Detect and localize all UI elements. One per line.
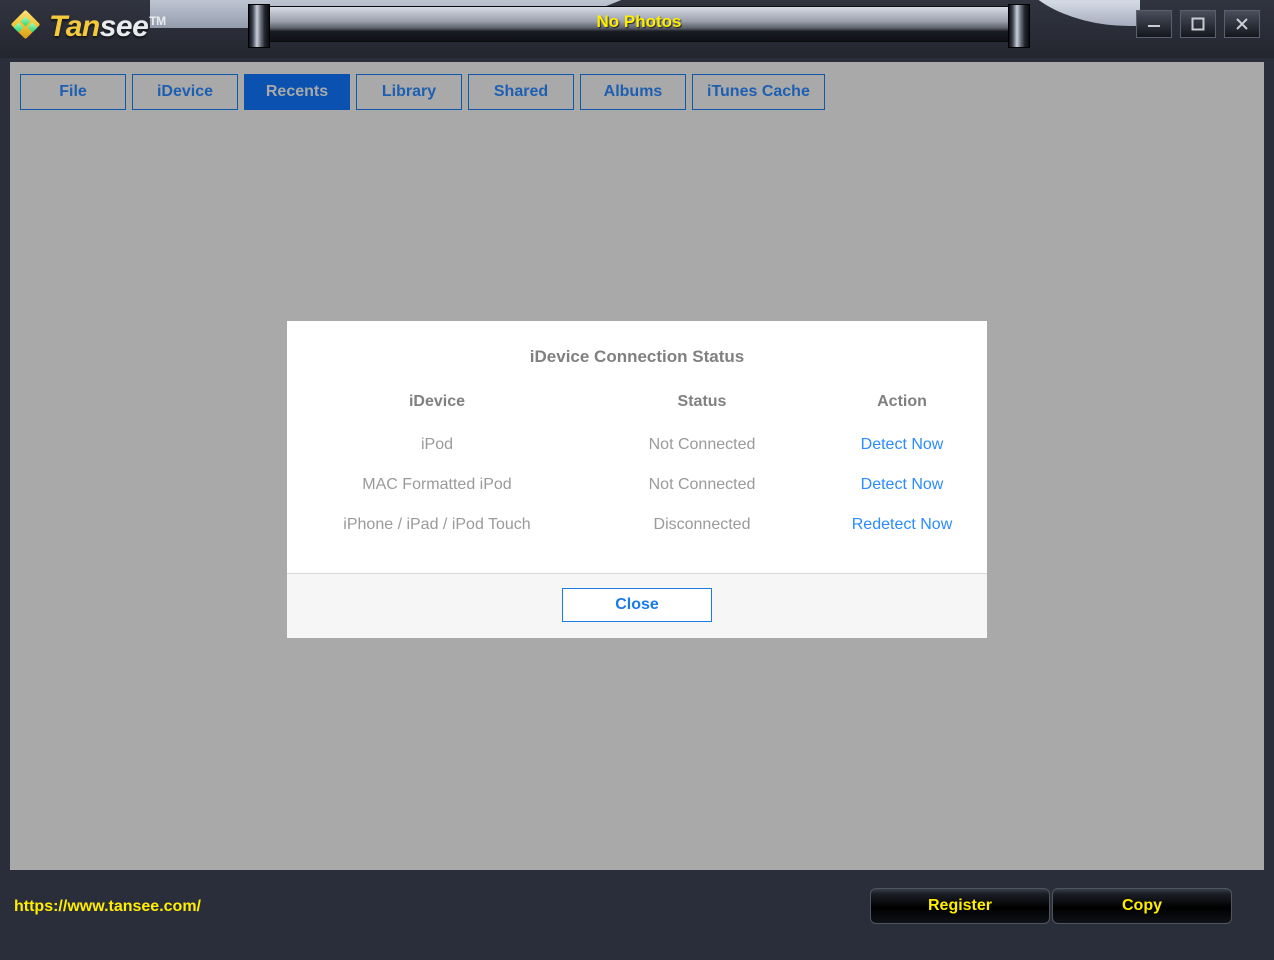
bottom-bar: https://www.tansee.com/ Register Copy: [0, 870, 1274, 960]
minimize-button[interactable]: [1136, 10, 1172, 38]
table-row: MAC Formatted iPod Not Connected Detect …: [287, 465, 987, 505]
cell-device-status: Not Connected: [648, 436, 756, 453]
close-icon: [1236, 18, 1248, 30]
tab-library[interactable]: Library: [356, 74, 462, 110]
cell-device-name: iPod: [420, 436, 454, 453]
tab-idevice-label: iDevice: [156, 83, 214, 100]
cell-device-status: Not Connected: [648, 476, 756, 493]
idevice-connection-dialog: iDevice Connection Status iDevice Status…: [287, 321, 987, 638]
cell-device-status: Disconnected: [653, 516, 751, 533]
tab-idevice[interactable]: iDevice: [132, 74, 238, 110]
maximize-icon: [1191, 17, 1205, 31]
cell-device-name: MAC Formatted iPod: [362, 476, 512, 493]
diamond-logo-icon: [10, 9, 44, 43]
tab-recents-label: Recents: [265, 83, 329, 100]
tab-file-label: File: [59, 83, 87, 100]
dialog-body: iDevice Connection Status iDevice Status…: [287, 321, 987, 573]
table-header-row: iDevice Status Action: [287, 387, 987, 425]
tab-shared[interactable]: Shared: [468, 74, 574, 110]
cell-device-action: Detect Now: [817, 425, 987, 465]
detect-now-link-ipod[interactable]: Detect Now: [861, 436, 944, 453]
column-header-action: Action: [877, 393, 927, 410]
close-dialog-button[interactable]: Close: [562, 588, 712, 622]
column-header-idevice: iDevice: [408, 393, 466, 410]
logo-text-see: see: [99, 10, 149, 43]
window-controls: [1136, 10, 1260, 38]
tab-bar: File iDevice Recents Library Shared Albu…: [20, 74, 831, 110]
website-link[interactable]: https://www.tansee.com/: [14, 898, 201, 916]
cell-device-action: Redetect Now: [817, 505, 987, 545]
tab-albums-label: Albums: [603, 83, 663, 100]
cell-device-name: iPhone / iPad / iPod Touch: [343, 516, 531, 533]
bottom-action-buttons: Register Copy: [870, 888, 1232, 924]
title-bar: TanseeTM No Photos: [0, 0, 1274, 58]
title-plate: No Photos: [248, 4, 1030, 48]
tab-shared-label: Shared: [493, 83, 549, 100]
tab-itunes-cache-label: iTunes Cache: [707, 83, 810, 100]
close-button-window[interactable]: [1224, 10, 1260, 38]
maximize-button[interactable]: [1180, 10, 1216, 38]
logo-wordmark: TanseeTM: [49, 10, 166, 44]
detect-now-link-mac-ipod[interactable]: Detect Now: [861, 476, 944, 493]
redetect-now-link-iphone[interactable]: Redetect Now: [852, 516, 953, 533]
dialog-title: iDevice Connection Status: [529, 347, 745, 366]
copy-button[interactable]: Copy: [1052, 888, 1232, 924]
tab-albums[interactable]: Albums: [580, 74, 686, 110]
tab-recents[interactable]: Recents: [244, 74, 350, 110]
tab-itunes-cache[interactable]: iTunes Cache: [692, 74, 825, 110]
tab-file[interactable]: File: [20, 74, 126, 110]
window-title: No Photos: [596, 12, 682, 31]
title-plate-cap-left: [248, 4, 270, 48]
dialog-footer: Close: [287, 573, 987, 638]
content-area: File iDevice Recents Library Shared Albu…: [10, 62, 1264, 870]
minimize-icon: [1148, 25, 1160, 27]
tab-library-label: Library: [381, 83, 437, 100]
logo-trademark: TM: [149, 14, 166, 28]
title-plate-cap-right: [1008, 4, 1030, 48]
logo-text-tan: Tan: [49, 10, 100, 43]
connection-status-table: iDevice Status Action iPod Not Connected…: [287, 387, 987, 545]
table-row: iPod Not Connected Detect Now: [287, 425, 987, 465]
cell-device-action: Detect Now: [817, 465, 987, 505]
app-logo: TanseeTM: [10, 9, 166, 46]
table-row: iPhone / iPad / iPod Touch Disconnected …: [287, 505, 987, 545]
register-button[interactable]: Register: [870, 888, 1050, 924]
column-header-status: Status: [677, 393, 727, 410]
